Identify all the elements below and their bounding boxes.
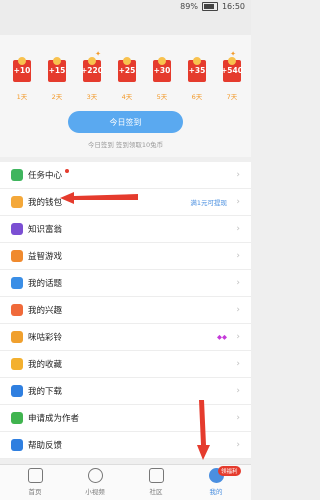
day-label: 5天 (156, 93, 168, 101)
gamepad-icon (11, 250, 23, 262)
hashtag-icon (11, 277, 23, 289)
menu-help-feedback[interactable]: 帮助反馈 › (0, 432, 251, 459)
status-bar: 89% 16:50 (0, 0, 251, 17)
reward-day-6: +35 (188, 57, 206, 82)
menu-label: 我的兴趣 (28, 306, 63, 316)
day-label: 4天 (121, 93, 133, 101)
reward-amount: +540 (221, 66, 243, 75)
chevron-right-icon: › (236, 251, 240, 261)
chevron-right-icon: › (236, 224, 240, 234)
home-icon (27, 468, 43, 483)
heart-icon (11, 304, 23, 316)
battery-percent: 89% (180, 2, 198, 11)
play-icon (87, 468, 103, 483)
menu-my-interests[interactable]: 我的兴趣 › (0, 297, 251, 324)
reward-day-1: +10 (13, 57, 31, 82)
tab-community[interactable]: 社区 (131, 468, 181, 496)
menu-knowledge-rich[interactable]: 知识富翁 › (0, 216, 251, 243)
daily-signin-button[interactable]: 今日签到 (68, 111, 183, 133)
chevron-right-icon: › (236, 170, 240, 180)
coin-icon (193, 57, 201, 65)
reward-day-4: +25 (118, 57, 136, 82)
chevron-right-icon: › (236, 386, 240, 396)
menu-label: 我的下载 (28, 387, 63, 397)
status-right: 89% 16:50 (180, 2, 245, 11)
chevron-right-icon: › (236, 440, 240, 450)
menu-ringtone[interactable]: 咪咕彩铃 ◆◆ › (0, 324, 251, 351)
menu-label: 任务中心 (28, 171, 63, 181)
top-bar (0, 17, 251, 35)
coin-icon (18, 57, 26, 65)
reward-day-2: +15 (48, 57, 66, 82)
day-label: 1天 (16, 93, 28, 101)
menu-task-center[interactable]: 任务中心 › (0, 162, 251, 189)
battery-icon (201, 2, 218, 11)
tab-label: 首页 (28, 488, 42, 496)
tab-mine[interactable]: 领福利 我的 (191, 466, 241, 496)
day-label: 6天 (191, 93, 203, 101)
menu-label: 咪咕彩铃 (28, 333, 63, 343)
menu-my-topics[interactable]: 我的话题 › (0, 270, 251, 297)
wallet-icon (11, 196, 23, 208)
menu-label: 申请成为作者 (28, 414, 80, 424)
welfare-badge: 领福利 (218, 466, 241, 476)
chevron-right-icon: › (236, 413, 240, 423)
day-label: 3天 (86, 93, 98, 101)
menu-label: 帮助反馈 (28, 441, 63, 451)
reward-day-5: +30 (153, 57, 171, 82)
menu-favorites[interactable]: 我的收藏 › (0, 351, 251, 378)
reward-day-7: +540 (221, 57, 243, 82)
chevron-right-icon: › (236, 197, 240, 207)
bottom-nav: 首页 小视频 社区 领福利 我的 (0, 464, 251, 500)
signin-note: 今日签到 签到领取10兔币 (87, 141, 164, 149)
coin-icon (123, 57, 131, 65)
tab-label: 我的 (209, 488, 223, 496)
tab-home[interactable]: 首页 (10, 468, 60, 496)
menu-downloads[interactable]: 我的下载 › (0, 378, 251, 405)
reward-amount: +15 (48, 66, 66, 75)
time: 16:50 (221, 2, 245, 11)
tab-label: 小视频 (85, 488, 105, 496)
chevron-right-icon: › (236, 359, 240, 369)
reward-amount: +30 (153, 66, 171, 75)
task-icon (11, 169, 23, 181)
menu-wallet[interactable]: 我的钱包 满1元可提现 › (0, 189, 251, 216)
chevron-right-icon: › (236, 305, 240, 315)
pen-icon (11, 412, 23, 424)
coin-icon (53, 57, 61, 65)
chevron-right-icon: › (236, 278, 240, 288)
day-label: 7天 (226, 93, 238, 101)
coin-icon (158, 57, 166, 65)
reward-day-3: +220 (81, 57, 103, 82)
menu-list: 任务中心 › 我的钱包 满1元可提现 › 知识富翁 › 益智游戏 › 我的话题 … (0, 162, 251, 459)
knowledge-icon (11, 223, 23, 235)
menu-label: 我的收藏 (28, 360, 63, 370)
tab-label: 社区 (149, 488, 163, 496)
tab-short-video[interactable]: 小视频 (70, 468, 120, 496)
reward-amount: +10 (13, 66, 31, 75)
coin-icon (88, 57, 96, 65)
day-label: 2天 (51, 93, 63, 101)
download-icon (11, 385, 23, 397)
chat-icon (11, 439, 23, 451)
withdraw-hint: 满1元可提现 (190, 199, 227, 207)
reward-amount: +35 (188, 66, 206, 75)
bell-icon (11, 331, 23, 343)
menu-label: 我的钱包 (28, 198, 63, 208)
menu-label: 我的话题 (28, 279, 63, 289)
notification-dot (65, 169, 69, 173)
ringtone-indicator-icon: ◆◆ (217, 333, 227, 341)
reward-amount: +220 (81, 66, 103, 75)
coin-icon (228, 57, 236, 65)
reward-amount: +25 (118, 66, 136, 75)
menu-apply-author[interactable]: 申请成为作者 › (0, 405, 251, 432)
star-icon (11, 358, 23, 370)
menu-label: 知识富翁 (28, 225, 63, 235)
menu-puzzle-game[interactable]: 益智游戏 › (0, 243, 251, 270)
message-icon (148, 468, 164, 483)
chevron-right-icon: › (236, 332, 240, 342)
menu-label: 益智游戏 (28, 252, 63, 262)
